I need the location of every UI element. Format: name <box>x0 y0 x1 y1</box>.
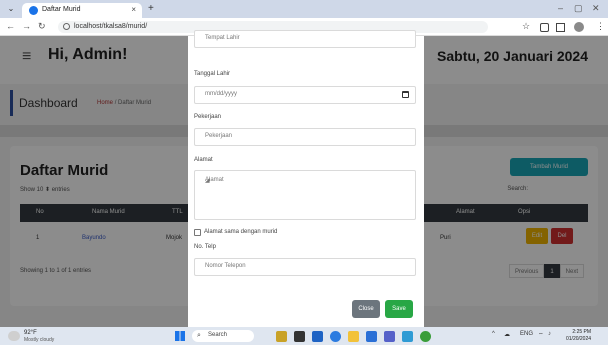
cloud-icon <box>8 331 20 341</box>
edge-app-icon[interactable] <box>330 331 341 342</box>
chrome-app-icon[interactable] <box>420 331 431 342</box>
vscode-app-icon[interactable] <box>366 331 377 342</box>
search-icon: ⌕ <box>197 332 201 339</box>
taskbar-search-text: Search <box>208 332 228 338</box>
close-button[interactable]: Close <box>352 300 380 318</box>
close-window-button[interactable]: ✕ <box>592 3 600 14</box>
save-button[interactable]: Save <box>385 300 413 318</box>
minimize-button[interactable]: – <box>558 3 563 13</box>
volume-icon[interactable]: ♪ <box>548 331 551 337</box>
cloud-tray-icon[interactable]: ☁ <box>504 331 510 338</box>
taskview-app-icon[interactable] <box>294 331 305 342</box>
favicon-icon <box>29 6 38 15</box>
new-tab-button[interactable]: + <box>148 3 154 14</box>
tanggal-lahir-placeholder: mm/dd/yyyy <box>205 91 238 97</box>
browser-menu-icon[interactable]: ⋮ <box>596 21 605 32</box>
site-info-icon[interactable] <box>63 23 70 30</box>
store-app-icon[interactable] <box>384 331 395 342</box>
telp-input[interactable]: Nomor Telepon <box>194 258 416 276</box>
telp-label: No. Telp <box>194 244 216 250</box>
pekerjaan-placeholder: Pekerjaan <box>205 133 233 139</box>
alamat-label: Alamat <box>194 157 213 163</box>
tray-chevron-icon[interactable]: ^ <box>492 331 495 337</box>
clock-date: 01/20/2024 <box>566 336 592 342</box>
extensions-icon[interactable] <box>540 23 549 32</box>
start-windows-icon[interactable] <box>175 331 185 341</box>
telp-placeholder: Nomor Telepon <box>205 263 246 269</box>
wifi-icon[interactable]: ⌔ <box>538 331 544 339</box>
pekerjaan-label: Pekerjaan <box>194 114 222 120</box>
tanggal-lahir-input[interactable]: mm/dd/yyyy <box>194 86 416 104</box>
tab-list-icon[interactable]: ⌄ <box>6 4 16 14</box>
url-text: localhost/tkalsa8/murid/ <box>74 23 148 30</box>
tempat-lahir-placeholder: Tempat Lahir <box>205 35 240 41</box>
resize-grip-icon[interactable]: ◢ <box>205 177 412 216</box>
tanggal-lahir-label: Tanggal Lahir <box>194 71 231 77</box>
alamat-textarea[interactable]: Alamat ◢ <box>194 170 416 220</box>
browser-tab[interactable]: Daftar Murid × <box>22 3 142 18</box>
system-clock[interactable]: 2:25 PM 01/20/2024 <box>566 329 591 343</box>
profile-avatar-icon[interactable] <box>574 22 584 32</box>
clock-time: 2:25 PM <box>572 329 592 335</box>
weather-temp: 92°F <box>24 330 37 336</box>
tab-title: Daftar Murid <box>42 6 81 13</box>
forward-button[interactable]: → <box>22 21 31 31</box>
maximize-button[interactable]: ▢ <box>574 3 583 14</box>
chat-app-icon[interactable] <box>312 331 323 342</box>
browser-tabbar: ⌄ Daftar Murid × + – ▢ ✕ <box>0 0 608 18</box>
alamat-sama-checkbox[interactable] <box>194 229 201 236</box>
app-icon[interactable] <box>402 331 413 342</box>
bookmark-star-icon[interactable]: ☆ <box>522 21 530 32</box>
tab-close-icon[interactable]: × <box>131 5 136 14</box>
tempat-lahir-input[interactable]: Tempat Lahir <box>194 30 416 48</box>
weather-condition: Mostly cloudy <box>24 337 55 343</box>
taskbar: 92°F Mostly cloudy ⌕ Search ^ ☁ ENG ⌔ ♪ … <box>0 327 608 345</box>
alamat-sama-label: Alamat sama dengan murid <box>204 229 278 235</box>
pekerjaan-input[interactable]: Pekerjaan <box>194 128 416 146</box>
calendar-icon[interactable] <box>402 91 409 98</box>
back-button[interactable]: ← <box>6 21 15 31</box>
taskbar-search[interactable]: ⌕ Search <box>192 330 254 342</box>
widgets-app-icon[interactable] <box>276 331 287 342</box>
language-indicator[interactable]: ENG <box>520 331 533 337</box>
add-murid-modal: Tempat Lahir Tanggal Lahir mm/dd/yyyy Pe… <box>188 30 424 327</box>
sidepanel-icon[interactable] <box>556 23 565 32</box>
file-explorer-app-icon[interactable] <box>348 331 359 342</box>
reload-button[interactable]: ↻ <box>38 21 46 32</box>
